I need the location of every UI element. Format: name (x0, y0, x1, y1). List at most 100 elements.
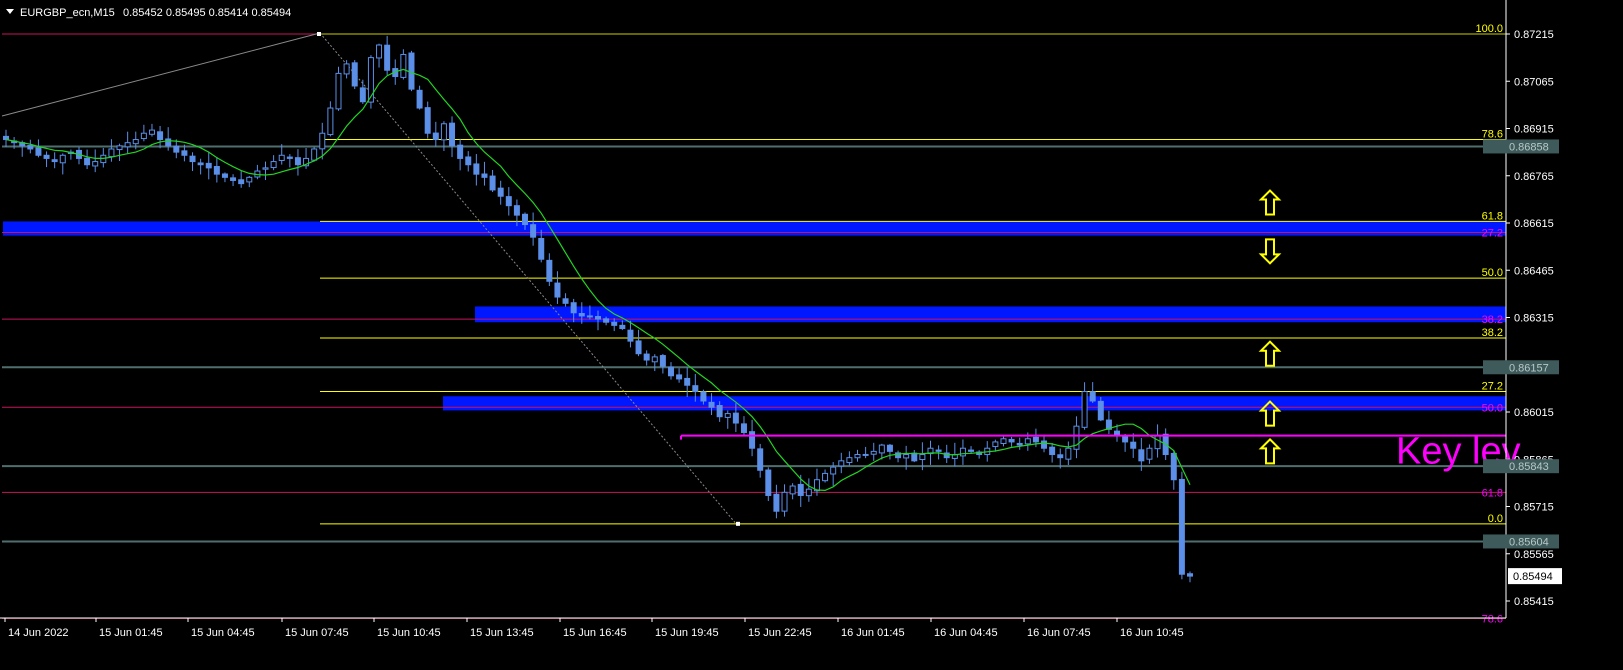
time-tick-label: 15 Jun 22:45 (748, 627, 812, 639)
candle-body (765, 469, 772, 496)
candle-body (384, 44, 391, 71)
candle-body (992, 441, 999, 448)
candle-body (1097, 400, 1104, 421)
candle-body (757, 448, 764, 471)
candle-body (481, 173, 488, 178)
ohlc-values: 0.85452 0.85495 0.85414 0.85494 (123, 7, 291, 19)
candle-body (513, 205, 520, 216)
candle-body (570, 302, 577, 314)
chart-window[interactable]: 100.0 78.6 61.8 50.0 38.2 27.2 0.0 27.2 38.2 50.0… (0, 0, 1623, 665)
blue-zone (475, 306, 1506, 323)
candle-body (221, 173, 228, 178)
candle-body (732, 412, 739, 424)
candle-body (173, 145, 180, 153)
candle-body (238, 179, 245, 185)
candle-body (140, 132, 147, 140)
candle-body (627, 329, 634, 342)
candle-body (968, 449, 975, 452)
candle-body (197, 162, 204, 166)
fib-yellow-label: 27.2 (1482, 381, 1503, 393)
candle-body (822, 472, 829, 482)
candle-body (797, 483, 804, 496)
candle-body (1008, 438, 1015, 443)
level-tag-label: 0.86157 (1509, 362, 1549, 374)
candle-body (651, 356, 658, 363)
candle-body (59, 154, 66, 164)
candle-body (246, 176, 253, 183)
price-tick-label: 0.86315 (1514, 313, 1554, 325)
candle-body (919, 454, 926, 461)
candle-body (335, 72, 342, 110)
candle-body (781, 491, 788, 512)
candle-body (1138, 449, 1145, 462)
candle-body (43, 154, 50, 159)
candle-body (846, 457, 853, 464)
price-tick-label: 0.85415 (1514, 596, 1554, 608)
candle-body (684, 377, 691, 386)
candle-body (959, 447, 966, 457)
swing-low-marker (736, 521, 740, 526)
candle-body (278, 154, 285, 161)
candle-body (1154, 435, 1161, 450)
time-tick-label: 15 Jun 10:45 (377, 627, 441, 639)
price-tick-label: 0.85715 (1514, 502, 1554, 514)
candle-body (870, 450, 877, 455)
candle-body (157, 131, 164, 141)
price-tick-label: 0.87215 (1514, 29, 1554, 41)
candle-body (457, 144, 464, 159)
fib-yellow-label: 50.0 (1482, 267, 1503, 279)
price-tick-label: 0.86615 (1514, 218, 1554, 230)
price-chart[interactable]: 100.0 78.6 61.8 50.0 38.2 27.2 0.0 27.2 38.2 50.0… (0, 0, 1623, 665)
candle-body (1000, 438, 1007, 445)
candle-body (1065, 447, 1072, 460)
candle-body (270, 161, 277, 169)
candle-body (489, 175, 496, 191)
candle-body (1170, 452, 1177, 481)
candle-body (473, 163, 480, 175)
candle-body (773, 493, 780, 512)
chart-background (0, 0, 1623, 665)
fib-yellow-label: 61.8 (1482, 210, 1503, 222)
time-tick-label: 14 Jun 2022 (8, 627, 69, 639)
time-tick-label: 15 Jun 13:45 (470, 627, 534, 639)
fib-magenta-label: 27.2 (1482, 227, 1503, 239)
candle-body (692, 385, 699, 393)
candle-body (595, 316, 601, 320)
symbol-label: EURGBP_ecn,M15 (20, 7, 115, 19)
candle-body (1024, 438, 1031, 445)
candle-body (51, 159, 58, 163)
candle-body (603, 318, 610, 323)
blue-zone (3, 221, 1506, 236)
candle-body (1178, 478, 1185, 575)
candle-body (578, 313, 585, 317)
candle-body (359, 87, 366, 103)
candle-body (84, 157, 91, 166)
candle-body (886, 444, 893, 452)
candle-body (724, 413, 731, 418)
time-tick-label: 15 Jun 07:45 (285, 627, 349, 639)
candle-body (716, 405, 723, 418)
price-tick-label: 0.86765 (1514, 171, 1554, 183)
fib-yellow-label: 78.6 (1482, 129, 1503, 141)
candle-body (659, 355, 666, 367)
chart-header: EURGBP_ecn,M15 0.85452 0.85495 0.85414 0… (6, 7, 291, 19)
candle-body (554, 282, 561, 298)
candle-body (108, 148, 115, 158)
fib-yellow-label: 100.0 (1475, 23, 1503, 35)
candle-body (148, 129, 155, 135)
candle-body (854, 454, 861, 459)
candle-body (935, 449, 942, 452)
candle-body (408, 52, 415, 90)
level-tag-label: 0.85604 (1509, 536, 1549, 548)
time-tick-label: 16 Jun 01:45 (841, 627, 905, 639)
price-tick-label: 0.87065 (1514, 76, 1554, 88)
current-price-label: 0.85494 (1513, 571, 1553, 583)
candle-body (708, 401, 715, 408)
time-tick-label: 16 Jun 04:45 (934, 627, 998, 639)
fib-yellow-label: 0.0 (1488, 513, 1503, 525)
candle-body (1049, 446, 1056, 456)
candle-body (1187, 573, 1193, 577)
candle-body (465, 156, 472, 166)
candle-body (294, 157, 301, 166)
candle-body (546, 259, 553, 282)
